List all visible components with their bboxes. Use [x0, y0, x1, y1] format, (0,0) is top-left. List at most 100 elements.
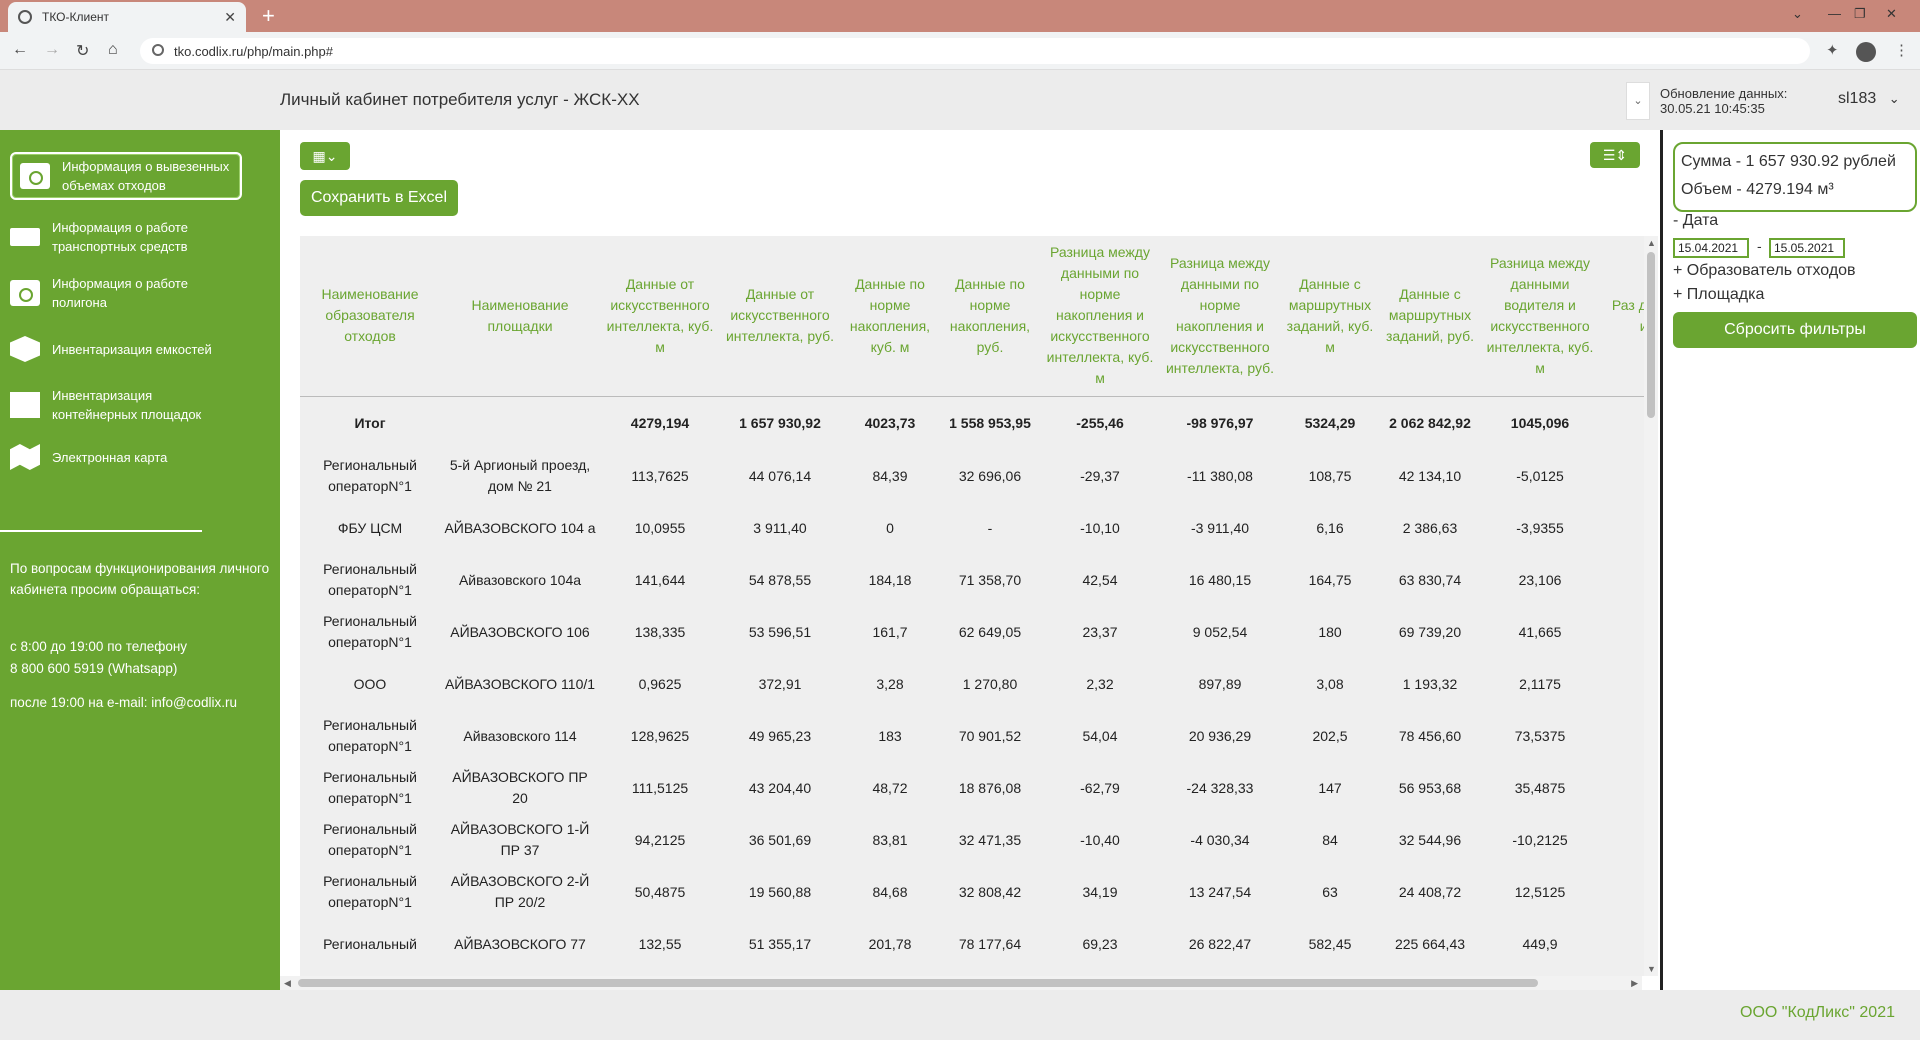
column-header[interactable]: Наименование площадки	[440, 236, 600, 397]
table-cell: АЙВАЗОВСКОГО ПР 20	[452, 769, 588, 806]
table-cell: 449,9	[1522, 935, 1558, 952]
table-cell: Региональный операторN°1	[323, 561, 417, 598]
column-header[interactable]: Разница между данными водителя и искусст…	[1480, 236, 1600, 397]
table-row[interactable]: Региональный операторN°1 АЙВАЗОВСКОГО 1-Й…	[300, 814, 1644, 866]
site-filter-toggle[interactable]: + Площадка	[1673, 286, 1764, 304]
table-cell: 13 247,54	[1188, 883, 1252, 900]
sidebar-item-map[interactable]: Электронная карта	[10, 444, 230, 470]
browser-menu-icon[interactable]: ⋮	[1894, 41, 1909, 59]
sidebar-item-vehicles[interactable]: Информация о работе транспортных средств	[10, 218, 230, 256]
header-dropdown-button[interactable]: ⌄	[1626, 82, 1650, 120]
sidebar-item-containers[interactable]: Инвентаризация емкостей	[10, 336, 250, 362]
table-cell: 32 471,35	[958, 831, 1022, 848]
sidebar-item-container-sites[interactable]: Инвентаризация контейнерных площадок	[10, 386, 230, 424]
table-row[interactable]: Региональный операторN°1 Айвазовского 104…	[300, 554, 1644, 606]
table-cell: 201,78	[868, 935, 912, 952]
column-header[interactable]: Данные с маршрутных заданий, руб.	[1380, 236, 1480, 397]
table-cell: 5324,29	[1304, 414, 1356, 431]
table-cell: АЙВАЗОВСКОГО 106	[450, 623, 590, 640]
table-cell: 63 830,74	[1398, 571, 1462, 588]
tab-search-icon[interactable]: ⌄	[1792, 6, 1803, 22]
table-cell: 164,75	[1308, 571, 1352, 588]
table-row[interactable]: ФБУ ЦСМ АЙВАЗОВСКОГО 104 а 10,0955 3 911,40…	[300, 502, 1644, 554]
minimize-button[interactable]: —	[1828, 6, 1841, 21]
scroll-down-icon[interactable]: ▼	[1647, 964, 1656, 974]
close-tab-icon[interactable]: ✕	[224, 9, 236, 26]
table-row[interactable]: Региональный операторN°1 АЙВАЗОВСКОГО 2-Й…	[300, 866, 1644, 918]
vertical-scroll-thumb[interactable]	[1647, 252, 1655, 418]
table-cell: 19 560,88	[748, 883, 812, 900]
forward-button[interactable]: →	[44, 41, 60, 59]
horizontal-scrollbar[interactable]: ◀ ▶	[280, 976, 1642, 990]
list-view-button[interactable]: ☰⇕	[1590, 142, 1640, 168]
table-cell	[1600, 762, 1644, 814]
box-icon	[10, 336, 40, 362]
table-cell	[440, 396, 600, 450]
table-cell: 897,89	[1198, 675, 1242, 692]
column-header[interactable]: Разница между данными по норме накоплени…	[1040, 236, 1160, 397]
sidebar-item-landfill[interactable]: Информация о работе полигона	[10, 274, 230, 312]
reload-button[interactable]: ↻	[76, 41, 89, 61]
table-row[interactable]: ООО АЙВАЗОВСКОГО 110/1 0,9625 372,91 3,28 1 2…	[300, 658, 1644, 710]
filter-panel: Сумма - 1 657 930.92 рублей Объем - 4279…	[1660, 130, 1920, 990]
extensions-icon[interactable]: ✦	[1826, 41, 1839, 59]
footer-company: ООО "КодЛикс" 2021	[1740, 1004, 1895, 1021]
table-cell: -10,10	[1080, 519, 1120, 536]
table-cell: 44 076,14	[748, 467, 812, 484]
vertical-scrollbar[interactable]: ▲ ▼	[1644, 236, 1658, 976]
save-excel-button[interactable]: Сохранить в Excel	[300, 180, 458, 216]
site-info-icon[interactable]	[152, 44, 164, 56]
table-cell: -62,79	[1080, 779, 1120, 796]
column-header[interactable]: Данные от искусственного интеллекта, куб…	[600, 236, 720, 397]
scroll-right-icon[interactable]: ▶	[1631, 978, 1638, 989]
contact-intro: По вопросам функционирования личного каб…	[10, 561, 270, 597]
table-cell: 48,72	[872, 779, 908, 796]
sidebar-item-waste-volumes[interactable]: Информация о вывезенных объемах отходов	[10, 152, 242, 200]
table-row[interactable]: Региональный операторN°1 АЙВАЗОВСКОГО 106…	[300, 606, 1644, 658]
date-to-input[interactable]: 15.05.2021	[1769, 238, 1845, 258]
table-cell: 225 664,43	[1394, 935, 1466, 952]
table-cell: -29,37	[1080, 467, 1120, 484]
profile-avatar-icon[interactable]	[1856, 42, 1876, 62]
browser-tab[interactable]: ТКО-Клиент ✕	[8, 2, 246, 32]
table-total-row[interactable]: Итог 4279,194 1 657 930,92 4023,73 1 558 953…	[300, 396, 1644, 450]
scroll-up-icon[interactable]: ▲	[1647, 238, 1656, 248]
sum-total: Сумма - 1 657 930.92 рублей	[1681, 153, 1896, 170]
restore-button[interactable]: ❐	[1854, 6, 1866, 22]
date-from-input[interactable]: 15.04.2021	[1673, 238, 1749, 258]
table-cell: 62 649,05	[958, 623, 1022, 640]
tab-title: ТКО-Клиент	[42, 10, 110, 24]
table-row[interactable]: Региональный операторN°1 АЙВАЗОВСКОГО ПР …	[300, 762, 1644, 814]
grid-view-button[interactable]: ▦⌄	[300, 142, 350, 170]
column-header[interactable]: Данные по норме накопления, куб. м	[840, 236, 940, 397]
table-cell: 141,644	[634, 571, 686, 588]
table-cell: 0,9625	[638, 675, 682, 692]
table-cell: 111,5125	[631, 779, 689, 796]
column-header[interactable]: Данные с маршрутных заданий, куб. м	[1280, 236, 1380, 397]
table-cell: 84	[1322, 831, 1338, 848]
table-cell: -3 911,40	[1190, 519, 1250, 536]
table-row[interactable]: Региональный операторN°1 5-й Аргионый про…	[300, 450, 1644, 502]
reset-filters-button[interactable]: Сбросить фильтры	[1673, 312, 1917, 348]
table-cell	[1600, 814, 1644, 866]
home-button[interactable]: ⌂	[108, 41, 118, 59]
close-window-button[interactable]: ✕	[1886, 6, 1897, 22]
horizontal-scroll-thumb[interactable]	[298, 979, 1538, 987]
column-header[interactable]: Наименование образователя отходов	[300, 236, 440, 397]
table-header-row: Наименование образователя отходов Наимено…	[300, 236, 1644, 397]
table-cell	[1600, 396, 1644, 450]
column-header[interactable]: Данные от искусственного интеллекта, руб…	[720, 236, 840, 397]
back-button[interactable]: ←	[12, 41, 28, 59]
scroll-left-icon[interactable]: ◀	[284, 978, 291, 989]
new-tab-button[interactable]: +	[262, 4, 275, 28]
table-row[interactable]: Региональный АЙВАЗОВСКОГО 77 132,55 51 355,…	[300, 918, 1644, 970]
column-header[interactable]: Данные по норме накопления, руб.	[940, 236, 1040, 397]
column-header[interactable]: Разница между данными по норме накоплени…	[1160, 236, 1280, 397]
user-menu[interactable]: sl183 ⌄	[1838, 90, 1900, 108]
producer-filter-toggle[interactable]: + Образователь отходов	[1673, 262, 1856, 280]
column-header[interactable]: Раз д в иск ин	[1600, 236, 1644, 397]
url-input[interactable]: tko.codlix.ru/php/main.php#	[140, 38, 1810, 64]
table-row[interactable]: Региональный операторN°1 Айвазовского 114…	[300, 710, 1644, 762]
date-filter-toggle[interactable]: - Дата	[1673, 212, 1718, 230]
table-cell: 23,37	[1082, 623, 1118, 640]
